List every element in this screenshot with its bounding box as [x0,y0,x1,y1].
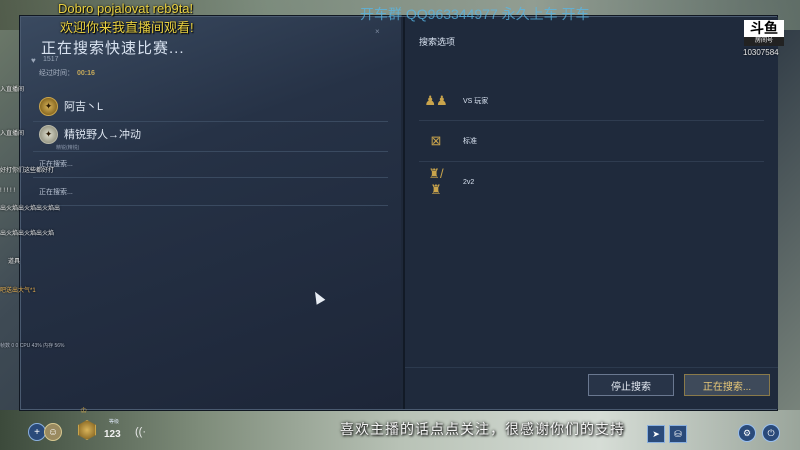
rank-emblem-icon: ✦ [39,96,58,116]
divider [33,205,388,206]
chat-message: 入直播间 [0,87,25,93]
chat-message: 入直播间 [0,131,25,137]
greeting-overlay: Dobro pojalovat reb9ta! [58,1,194,16]
player-slot-2: ✦ 精锐野人→冲动 [39,123,141,145]
wifi-icon: ((· [135,426,146,438]
qq-watermark: 开车群 QQ963344977 永久上车 开车 [360,6,590,22]
elapsed-value: 00:16 [77,70,95,77]
player-slot-1: ✦ 阿吉丶L [39,95,103,117]
two-v-two-icon: ♜/♜ [428,166,444,197]
divider [33,151,388,152]
option-label: 标准 [463,138,477,145]
slot-4-searching: 正在搜索... [39,189,73,196]
level-value: 123 [104,429,121,440]
arrow-icon[interactable]: ➤ [647,425,665,443]
player-name: 阿吉丶L [64,101,104,113]
divider [419,161,764,162]
chest-icon[interactable]: ⛁ [669,425,687,443]
stream-subtitle: 喜欢主播的话点点关注，很感谢你们的支持 [340,421,625,437]
chat-message: 出火焰出火焰出火焰出 [0,206,61,212]
option-label: VS 玩家 [463,98,489,105]
chat-message: 好打你们这些都好打 [0,168,55,174]
option-vs-players[interactable]: ♟♟ VS 玩家 [419,83,764,119]
standard-icon: ⊠ [430,133,442,148]
search-status-pane: 正在搜索快速比赛... × ♥ 1517 经过时间： 00:16 ✦ 阿吉丶L ✦… [21,17,401,409]
welcome-overlay: 欢迎你来我直播间观看! [60,20,194,35]
searching-button[interactable]: 正在搜索... [684,374,770,396]
settings-icon[interactable]: ⚙ [738,424,756,442]
search-options-pane: 搜索选项 ♟♟ VS 玩家 ⊠ 标准 ♜/♜ 2v2 [403,17,778,409]
chat-message: 道具 [8,259,21,265]
power-icon[interactable]: ⏻ [762,424,780,442]
player-subtitle: 精锐(精锐) [56,145,80,151]
search-title: 正在搜索快速比赛... [41,40,185,57]
chat-message: 吧送出大气*1 [0,288,36,294]
platform-logo-sub: 房间号 [744,37,784,46]
search-options-title: 搜索选项 [419,37,456,47]
likes-count: 1517 [43,56,59,63]
elapsed-label: 经过时间： [39,70,74,77]
divider [33,121,388,122]
mouse-cursor-icon [310,289,326,305]
close-icon[interactable]: × [375,27,380,36]
option-label: 2v2 [463,178,475,186]
matchmaking-window: 正在搜索快速比赛... × ♥ 1517 经过时间： 00:16 ✦ 阿吉丶L ✦… [20,16,778,410]
stop-search-button[interactable]: 停止搜索 [588,374,674,396]
rank-emblem-icon: ✦ [39,124,58,144]
vs-players-icon: ♟♟ [424,93,448,108]
profile-icon[interactable]: ☺ [44,423,62,441]
divider [419,120,764,121]
player-name: 精锐野人→冲动 [64,129,141,141]
perf-stats: 帧数 0 0 CPU 43% 内存 56% [0,343,65,349]
room-id: 10307584 [743,48,779,57]
chat-message: ! ! ! ! ! [0,188,16,194]
elapsed-time: 经过时间： 00:16 [39,68,95,78]
crown-icon: ♔ [80,406,88,415]
option-2v2[interactable]: ♜/♜ 2v2 [419,164,764,200]
level-label: 等级 [109,419,120,425]
option-standard[interactable]: ⊠ 标准 [419,123,764,159]
chat-message: 出火焰出火焰出火焰 [0,231,55,237]
divider [33,177,388,178]
heart-icon: ♥ [31,56,36,65]
